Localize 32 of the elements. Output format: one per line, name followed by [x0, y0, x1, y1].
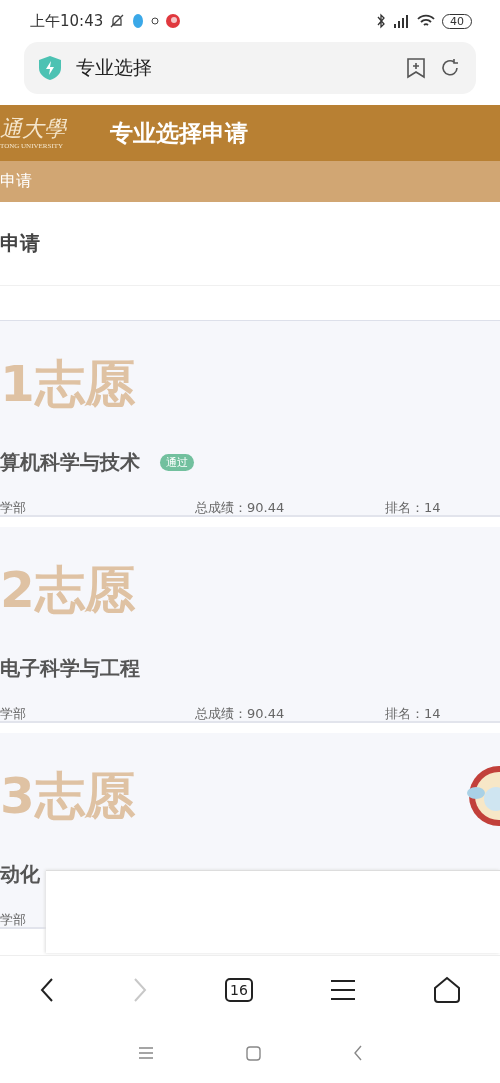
wifi-icon — [416, 13, 436, 29]
ranking-text: 排名：14 — [385, 705, 441, 723]
shield-icon — [38, 55, 62, 81]
department-text: 学部 — [0, 911, 26, 929]
bluetooth-icon — [376, 13, 386, 29]
choice-rank-label: 1志愿 — [0, 354, 135, 415]
menu-icon[interactable] — [330, 978, 357, 1001]
page-title: 专业选择 — [76, 55, 152, 80]
choice-rank-label: 2志愿 — [0, 560, 135, 621]
home-icon[interactable] — [433, 975, 462, 1004]
status-badge: 通过 — [160, 454, 194, 471]
back-icon[interactable] — [38, 976, 55, 1003]
address-bar[interactable]: 专业选择 — [24, 42, 476, 94]
department-text: 学部 — [0, 705, 26, 723]
section-title: 申请 — [0, 202, 500, 286]
major-name: 动化 — [0, 861, 40, 888]
circle-icon — [151, 17, 160, 25]
major-name: 电子科学与工程 — [0, 655, 140, 682]
status-time: 上午10:43 — [30, 11, 104, 31]
bell-off-icon — [109, 13, 126, 29]
ranking-text: 排名：14 — [385, 499, 441, 517]
signal-icon — [392, 13, 410, 29]
header-title: 专业选择申请 — [110, 118, 248, 148]
score-text: 总成绩：90.44 — [195, 499, 285, 517]
department-text: 学部 — [0, 499, 26, 517]
refresh-icon[interactable] — [440, 58, 460, 78]
bookmark-add-icon[interactable] — [406, 57, 426, 79]
choice-rank-label: 3志愿 — [0, 766, 135, 827]
score-text: 总成绩：90.44 — [195, 705, 285, 723]
major-name: 算机科学与技术 — [0, 449, 140, 476]
app-icon — [165, 13, 182, 29]
tabs-button[interactable]: 16 — [225, 977, 253, 1002]
